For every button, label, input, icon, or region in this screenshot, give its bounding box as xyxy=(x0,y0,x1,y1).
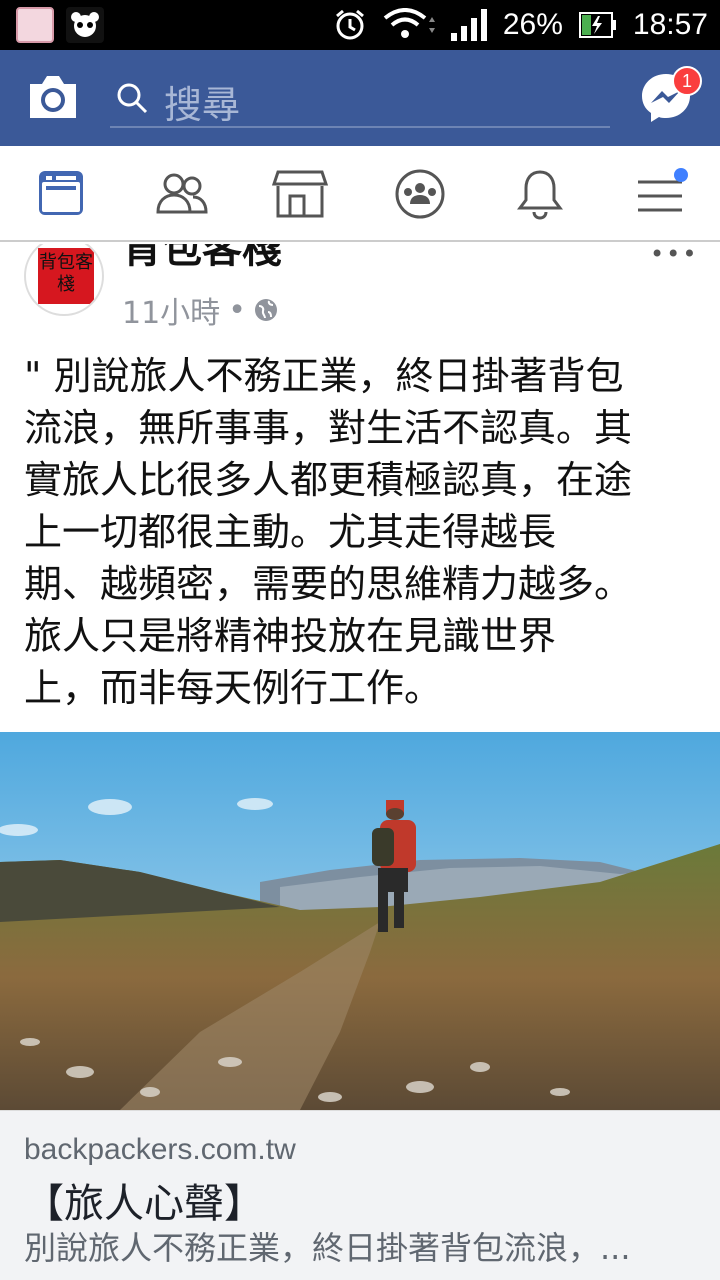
messenger-badge: 1 xyxy=(672,66,702,96)
post-body-text: " 別說旅人不務正業，終日掛著背包 流浪，無所事事，對生活不認真。其 實旅人比很… xyxy=(24,354,633,710)
globe-icon xyxy=(254,299,277,321)
friends-icon[interactable] xyxy=(154,168,210,220)
notification-thumb-icon xyxy=(16,7,54,43)
page-avatar[interactable]: 背包客棧 xyxy=(24,244,104,316)
alarm-icon xyxy=(335,9,364,40)
clock: 18:57 xyxy=(632,8,708,41)
battery-percent: 26% xyxy=(502,8,563,41)
marketplace-icon[interactable] xyxy=(272,168,328,220)
link-title: 【旅人心聲】 xyxy=(24,1181,264,1227)
hiker-photo xyxy=(0,732,720,1110)
link-domain: backpackers.com.tw xyxy=(24,1133,296,1166)
bell-icon[interactable] xyxy=(512,168,568,220)
search-placeholder: 搜尋 xyxy=(164,83,241,127)
page-name[interactable]: 背包客棧 xyxy=(122,244,282,274)
avatar-stamp: 背包客棧 xyxy=(38,248,94,304)
search-field[interactable]: 搜尋 xyxy=(110,70,610,128)
top-app-bar: 搜尋 1 xyxy=(0,50,720,146)
panda-icon xyxy=(66,7,104,43)
status-bar: 26% 18:57 xyxy=(0,0,720,50)
wifi-icon xyxy=(383,8,435,38)
post-image[interactable] xyxy=(0,732,720,1110)
post-header: 背包客棧 背包客棧 11小時 • ••• xyxy=(0,244,720,330)
camera-icon[interactable] xyxy=(26,72,80,122)
post-time[interactable]: 11小時 xyxy=(122,288,220,330)
groups-icon[interactable] xyxy=(392,168,448,220)
search-icon xyxy=(117,83,148,114)
meta-separator: • xyxy=(228,292,246,328)
signal-icon xyxy=(450,9,487,41)
battery-charging-icon xyxy=(578,12,616,38)
tab-bar xyxy=(0,146,720,242)
menu-notification-dot xyxy=(674,168,688,182)
link-preview[interactable]: backpackers.com.tw 【旅人心聲】 別說旅人不務正業，終日掛著背… xyxy=(0,1110,720,1280)
news-feed-icon[interactable] xyxy=(36,168,92,220)
link-description: 別說旅人不務正業，終日掛著背包流浪，... xyxy=(24,1229,631,1267)
post-text: " 別說旅人不務正業，終日掛著背包 流浪，無所事事，對生活不認真。其 實旅人比很… xyxy=(24,350,714,714)
post-meta: 11小時 • xyxy=(122,288,278,330)
post-options-button[interactable]: ••• xyxy=(650,244,698,268)
